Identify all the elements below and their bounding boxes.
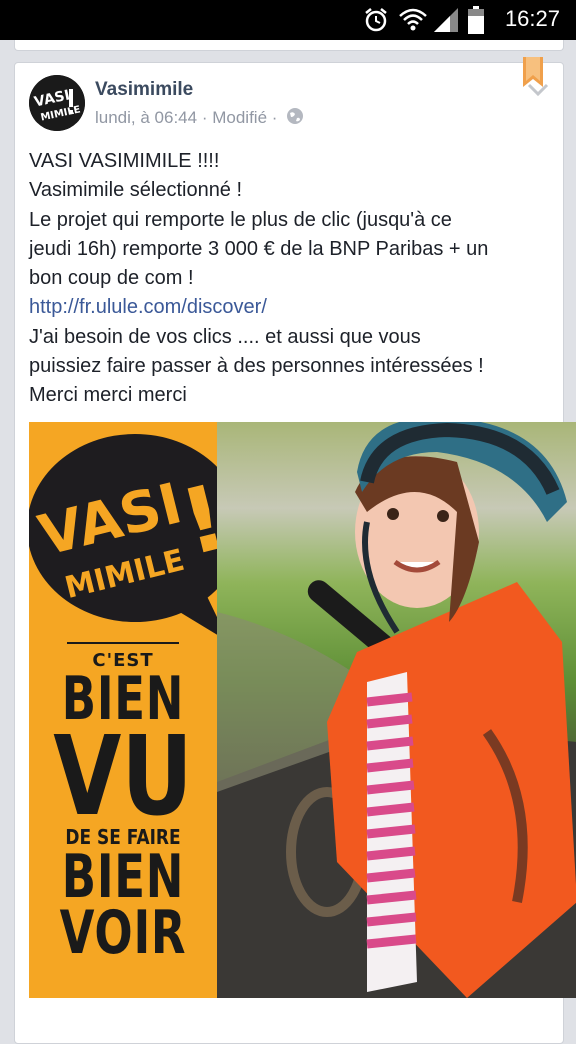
status-bar: 16:27 xyxy=(0,0,576,40)
post-line: jeudi 16h) remporte 3 000 € de la BNP Pa… xyxy=(29,237,489,260)
battery-icon xyxy=(468,6,484,34)
clock: 16:27 xyxy=(504,6,560,31)
photo-child-on-bike xyxy=(217,422,576,998)
post-line: puissiez faire passer à des personnes in… xyxy=(29,355,484,378)
slogan-line: BIEN xyxy=(61,842,185,912)
slogan: C'EST BIEN VU DE SE FAIRE BIEN VOIR xyxy=(29,642,217,968)
globe-icon xyxy=(287,108,304,124)
avatar[interactable]: VASI MIMILE xyxy=(29,75,85,131)
post-link[interactable]: http://fr.ulule.com/discover/ xyxy=(29,296,267,318)
post-line: Vasimimile sélectionné ! xyxy=(29,179,243,202)
post-timestamp[interactable]: lundi, à 06:44 xyxy=(95,108,197,127)
post-line: bon coup de com ! xyxy=(29,267,194,290)
post-line: J'ai besoin de vos clics .... et aussi q… xyxy=(29,325,421,348)
slogan-line: VOIR xyxy=(59,898,187,968)
meta-separator: · xyxy=(271,108,278,127)
alarm-icon xyxy=(365,8,387,32)
slogan-line: VU xyxy=(53,712,193,840)
post-line: Merci merci merci xyxy=(29,384,187,407)
child-photo-illustration xyxy=(217,422,576,998)
previous-post-card xyxy=(14,40,564,51)
signal-icon xyxy=(434,8,458,32)
edited-label[interactable]: Modifié xyxy=(212,108,267,127)
meta-separator: · xyxy=(201,108,208,127)
post-line: Le projet qui remporte le plus de clic (… xyxy=(29,208,452,231)
post-meta: lundi, à 06:44 · Modifié · xyxy=(95,107,304,128)
post-body: VASI VASIMIMILE !!!! Vasimimile sélectio… xyxy=(29,147,553,411)
author-name[interactable]: Vasimimile xyxy=(95,79,193,101)
campaign-banner: VASI MIMILE ! C'EST BIEN VU DE SE FAIRE … xyxy=(29,422,243,998)
post-card: VASI MIMILE Vasimimile lundi, à 06:44 · … xyxy=(14,57,576,1044)
avatar-logo-icon: VASI MIMILE xyxy=(29,75,85,131)
chevron-down-icon[interactable] xyxy=(527,83,549,97)
post-image[interactable]: VASI MIMILE ! C'EST BIEN VU DE SE FAIRE … xyxy=(29,422,576,998)
post-line: VASI VASIMIMILE !!!! xyxy=(29,150,220,172)
wifi-icon xyxy=(399,8,427,31)
